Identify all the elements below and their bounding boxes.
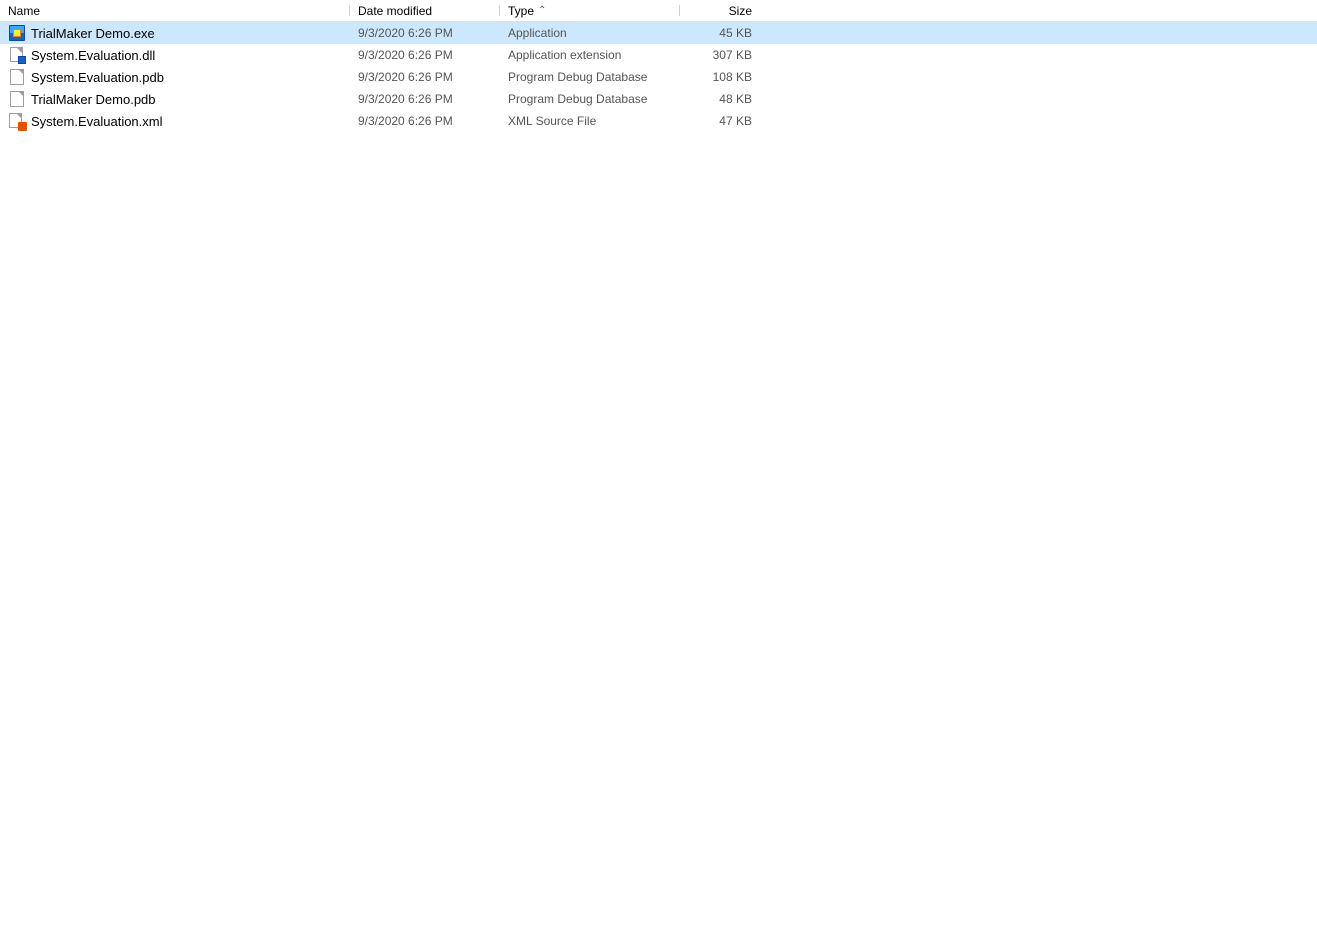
file-name-cell: System.Evaluation.xml [0,110,350,132]
column-type-label: Type [508,4,534,18]
file-type-cell: Application extension [500,44,680,66]
column-date-label: Date modified [358,4,432,18]
file-icon [8,69,26,85]
file-name-text: System.Evaluation.pdb [31,70,164,85]
sort-arrow-icon: ⌃ [538,5,546,16]
file-size-cell: 45 KB [680,22,760,44]
column-header-name[interactable]: Name [0,2,350,19]
file-name-cell: System.Evaluation.dll [0,44,350,66]
file-explorer: Name Date modified Type ⌃ Size TrialMake… [0,0,1317,929]
file-list: Name Date modified Type ⌃ Size TrialMake… [0,0,1317,132]
file-rows-container: TrialMaker Demo.exe9/3/2020 6:26 PMAppli… [0,22,1317,132]
file-type-cell: Program Debug Database [500,88,680,110]
exe-icon [8,25,26,41]
file-date-cell: 9/3/2020 6:26 PM [350,88,500,110]
table-row[interactable]: System.Evaluation.dll 9/3/2020 6:26 PMApp… [0,44,1317,66]
column-size-label: Size [729,4,752,18]
table-row[interactable]: System.Evaluation.xml 9/3/2020 6:26 PMXML… [0,110,1317,132]
file-type-cell: XML Source File [500,110,680,132]
file-name-text: TrialMaker Demo.exe [31,26,155,41]
file-name-cell: TrialMaker Demo.exe [0,22,350,44]
file-type-cell: Application [500,22,680,44]
dll-icon [8,47,26,63]
column-name-label: Name [8,4,40,18]
table-row[interactable]: System.Evaluation.pdb 9/3/2020 6:26 PMPro… [0,66,1317,88]
table-row[interactable]: TrialMaker Demo.exe 9/3/2020 6:26 PMAppli… [0,22,1317,44]
column-header-type[interactable]: Type ⌃ [500,2,680,19]
file-size-cell: 47 KB [680,110,760,132]
file-name-cell: System.Evaluation.pdb [0,66,350,88]
file-size-cell: 307 KB [680,44,760,66]
file-size-cell: 108 KB [680,66,760,88]
column-header-date[interactable]: Date modified [350,2,500,19]
table-row[interactable]: TrialMaker Demo.pdb 9/3/2020 6:26 PMProgr… [0,88,1317,110]
file-name-text: TrialMaker Demo.pdb [31,92,156,107]
file-name-cell: TrialMaker Demo.pdb [0,88,350,110]
file-date-cell: 9/3/2020 6:26 PM [350,110,500,132]
file-date-cell: 9/3/2020 6:26 PM [350,66,500,88]
file-name-text: System.Evaluation.dll [31,48,155,63]
xml-icon [8,113,26,129]
column-header-size[interactable]: Size [680,2,760,19]
file-size-cell: 48 KB [680,88,760,110]
file-date-cell: 9/3/2020 6:26 PM [350,22,500,44]
file-type-cell: Program Debug Database [500,66,680,88]
column-headers: Name Date modified Type ⌃ Size [0,0,1317,22]
file-name-text: System.Evaluation.xml [31,114,163,129]
file-icon [8,91,26,107]
file-date-cell: 9/3/2020 6:26 PM [350,44,500,66]
